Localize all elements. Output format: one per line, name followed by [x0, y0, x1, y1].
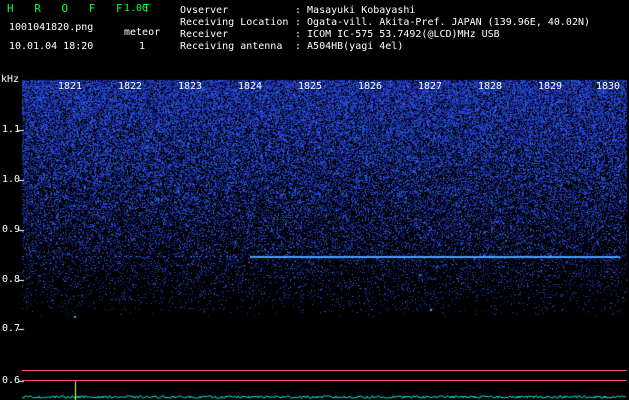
- y-tick-label: 0.9: [2, 224, 21, 235]
- y-tick-label: 0.6: [2, 375, 21, 386]
- file-name: 1001041820.png: [9, 22, 94, 33]
- antenna-label: Receiving antenna: [180, 41, 283, 52]
- y-axis-unit: kHz: [1, 74, 20, 85]
- y-tick-label: 1.0: [2, 174, 21, 185]
- reference-line-lower: [22, 380, 627, 381]
- x-tick-label: 1827: [418, 81, 443, 92]
- antenna-value: : A504HB(yagi 4el): [295, 41, 404, 52]
- observer-value: : Masayuki Kobayashi: [295, 5, 416, 16]
- x-tick-label: 1826: [358, 81, 383, 92]
- x-tick-label: 1821: [58, 81, 83, 92]
- x-tick-label: 1828: [478, 81, 503, 92]
- receiver-value: : ICOM IC-575 53.7492(@LCD)MHz USB: [295, 29, 500, 40]
- x-tick-label: 1830: [596, 81, 621, 92]
- x-tick-label: 1822: [118, 81, 143, 92]
- x-tick-label: 1823: [178, 81, 203, 92]
- spectrogram-canvas: [0, 0, 629, 400]
- meteor-label: meteor: [124, 27, 161, 38]
- x-tick-label: 1824: [238, 81, 263, 92]
- observer-label: Ovserver: [180, 5, 229, 16]
- receiver-label: Receiver: [180, 29, 229, 40]
- app-version: 1.00: [124, 3, 149, 14]
- y-tick-label: 0.7: [2, 323, 21, 334]
- meteor-count: 1: [139, 41, 146, 52]
- y-tick-label: 0.8: [2, 274, 21, 285]
- y-tick-label: 1.1: [2, 124, 21, 135]
- location-label: Receiving Location: [180, 17, 289, 28]
- reference-line-upper: [22, 370, 627, 371]
- location-value: : Ogata-vill. Akita-Pref. JAPAN (139.96E…: [295, 17, 591, 28]
- timestamp: 10.01.04 18:20: [9, 41, 94, 52]
- x-tick-label: 1829: [538, 81, 563, 92]
- x-tick-label: 1825: [298, 81, 323, 92]
